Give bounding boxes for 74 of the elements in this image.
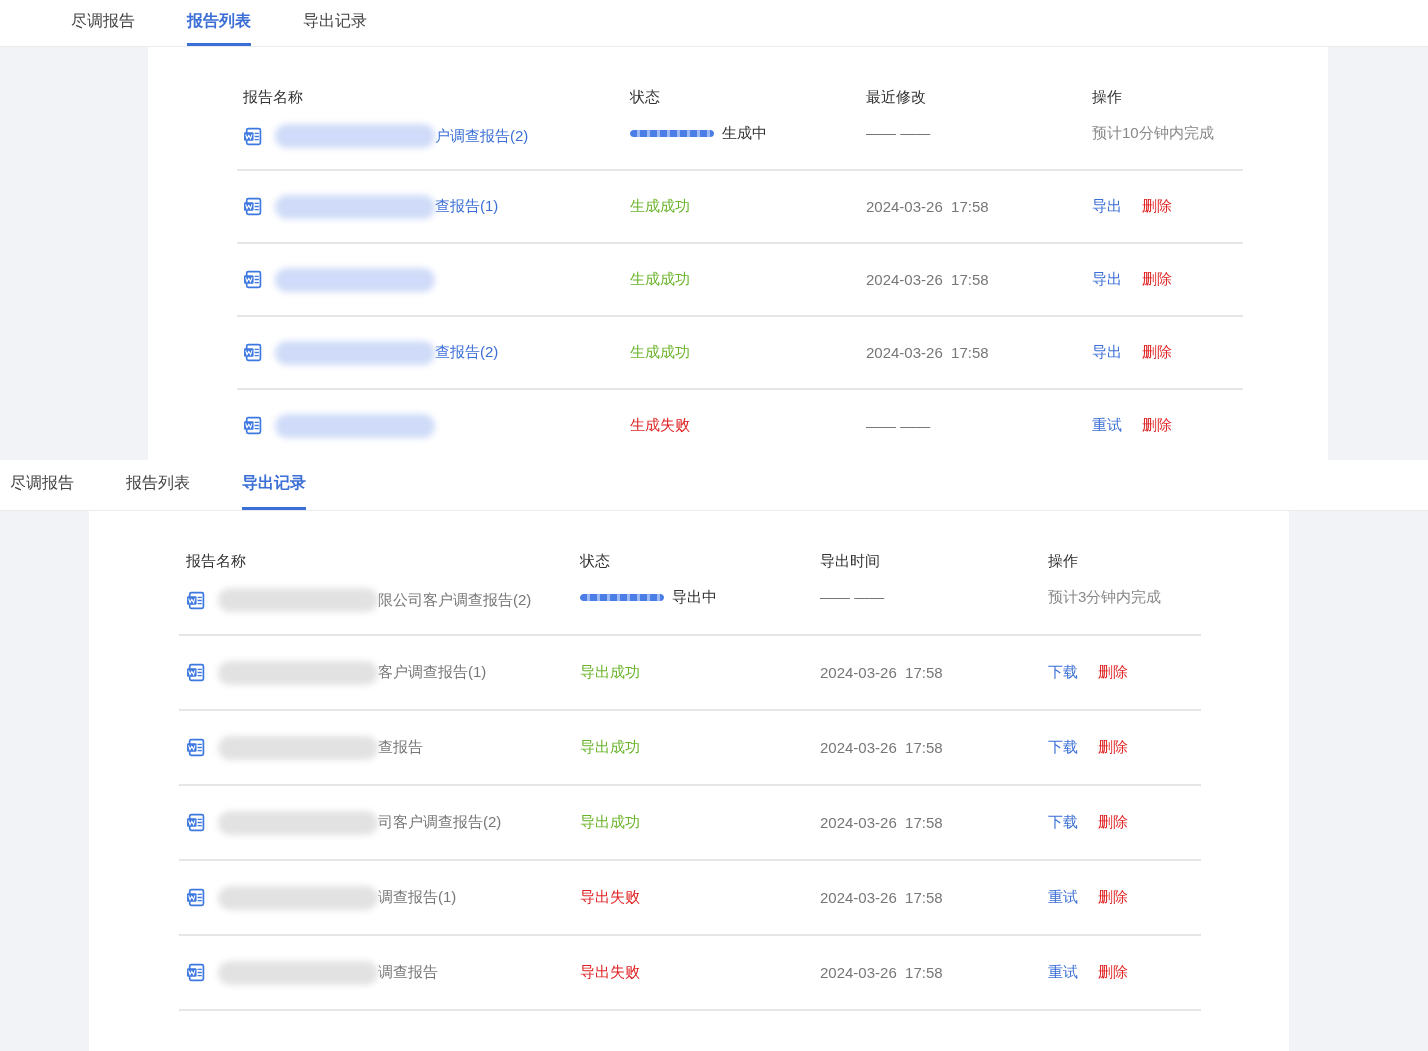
delete-link[interactable]: 删除 <box>1142 270 1172 289</box>
column-header: 报告名称 <box>243 87 304 107</box>
report-name: 司客户调查报告(2) <box>378 813 502 832</box>
status-text: 生成成功 <box>630 197 690 216</box>
delete-link[interactable]: 删除 <box>1142 197 1172 216</box>
status-text: 导出成功 <box>580 813 640 832</box>
timestamp: 2024-03-26 17:58 <box>866 344 990 361</box>
eta-text: 预计10分钟内完成 <box>1092 124 1214 143</box>
action-link[interactable]: 下载 <box>1048 738 1078 757</box>
status-text: 导出失败 <box>580 888 640 907</box>
delete-link[interactable]: 删除 <box>1098 888 1128 907</box>
status-text: 导出成功 <box>580 738 640 757</box>
document-icon <box>243 197 262 216</box>
status-text: 导出失败 <box>580 963 640 982</box>
column-header: 最近修改 <box>866 87 927 107</box>
timestamp: 2024-03-26 17:58 <box>820 964 944 981</box>
timestamp: —— —— <box>866 417 932 434</box>
delete-link[interactable]: 删除 <box>1098 738 1128 757</box>
column-header: 状态 <box>580 551 611 571</box>
timestamp: 2024-03-26 17:58 <box>820 814 944 831</box>
document-icon <box>243 343 262 362</box>
document-icon <box>243 270 262 289</box>
document-icon <box>243 126 262 146</box>
action-link[interactable]: 重试 <box>1092 416 1122 435</box>
report-name: 限公司客户调查报告(2) <box>378 590 532 610</box>
report-name: 调查报告 <box>378 963 438 982</box>
report-name-link[interactable]: 户调查报告(2) <box>435 126 529 146</box>
action-link[interactable]: 下载 <box>1048 663 1078 682</box>
report-name: 调查报告(1) <box>378 888 457 907</box>
delete-link[interactable]: 删除 <box>1142 343 1172 362</box>
status-text: 生成成功 <box>630 270 690 289</box>
report-name-link[interactable]: 查报告(1) <box>435 197 499 216</box>
action-link[interactable]: 导出 <box>1092 270 1122 289</box>
report-name: 客户调查报告(1) <box>378 663 487 682</box>
tab[interactable]: 导出记录 <box>303 0 367 46</box>
action-link[interactable]: 导出 <box>1092 343 1122 362</box>
timestamp: —— —— <box>820 588 886 605</box>
action-link[interactable]: 重试 <box>1048 963 1078 982</box>
tab[interactable]: 尽调报告 <box>10 460 74 510</box>
column-header: 状态 <box>630 87 661 107</box>
document-icon <box>243 416 262 435</box>
column-header: 操作 <box>1092 87 1123 107</box>
status-text: 生成成功 <box>630 343 690 362</box>
report-name: 查报告 <box>378 738 423 757</box>
timestamp: 2024-03-26 17:58 <box>866 271 990 288</box>
document-icon <box>186 813 205 832</box>
delete-link[interactable]: 删除 <box>1142 416 1172 435</box>
timestamp: 2024-03-26 17:58 <box>820 664 944 681</box>
document-icon <box>186 738 205 757</box>
action-link[interactable]: 重试 <box>1048 888 1078 907</box>
delete-link[interactable]: 删除 <box>1098 963 1128 982</box>
document-icon <box>186 663 205 682</box>
status-text: 导出中 <box>672 588 717 607</box>
column-header: 导出时间 <box>820 551 881 571</box>
eta-text: 预计3分钟内完成 <box>1048 588 1162 607</box>
column-header: 报告名称 <box>186 551 247 571</box>
timestamp: —— —— <box>866 124 932 141</box>
delete-link[interactable]: 删除 <box>1098 813 1128 832</box>
timestamp: 2024-03-26 17:58 <box>820 739 944 756</box>
status-text: 导出成功 <box>580 663 640 682</box>
document-icon <box>186 888 205 907</box>
column-header: 操作 <box>1048 551 1079 571</box>
tab[interactable]: 报告列表 <box>126 460 190 510</box>
status-text: 生成失败 <box>630 416 690 435</box>
delete-link[interactable]: 删除 <box>1098 663 1128 682</box>
timestamp: 2024-03-26 17:58 <box>820 889 944 906</box>
timestamp: 2024-03-26 17:58 <box>866 198 990 215</box>
document-icon <box>186 590 205 610</box>
tab[interactable]: 尽调报告 <box>71 0 135 46</box>
report-name-link[interactable]: 查报告(2) <box>435 343 499 362</box>
action-link[interactable]: 导出 <box>1092 197 1122 216</box>
document-icon <box>186 963 205 982</box>
status-text: 生成中 <box>722 124 767 143</box>
action-link[interactable]: 下载 <box>1048 813 1078 832</box>
